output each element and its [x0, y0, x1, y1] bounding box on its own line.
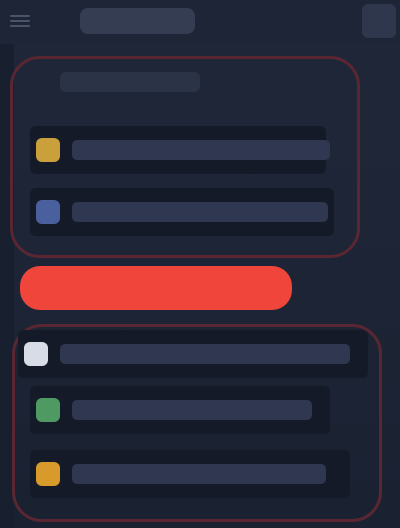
list-item[interactable]: [30, 188, 334, 236]
list-item-label: [72, 464, 326, 484]
check-icon: [36, 398, 60, 422]
list-item-label: [72, 202, 328, 222]
list-item[interactable]: [18, 330, 368, 378]
list-item[interactable]: [30, 450, 350, 498]
highlighted-item[interactable]: [20, 266, 292, 310]
star-icon: [36, 138, 60, 162]
list-item-label: [72, 400, 312, 420]
page-title: [80, 8, 195, 34]
list-item-label: [72, 140, 330, 160]
group-a-header: [60, 72, 200, 92]
menu-icon[interactable]: [10, 12, 30, 30]
file-icon: [24, 342, 48, 366]
info-icon: [36, 200, 60, 224]
top-bar: [0, 0, 400, 44]
app-window: [0, 0, 400, 528]
list-item[interactable]: [30, 126, 330, 174]
more-button[interactable]: [362, 4, 396, 38]
list-item-label: [60, 344, 350, 364]
folder-icon: [36, 462, 60, 486]
list-item[interactable]: [30, 386, 330, 434]
